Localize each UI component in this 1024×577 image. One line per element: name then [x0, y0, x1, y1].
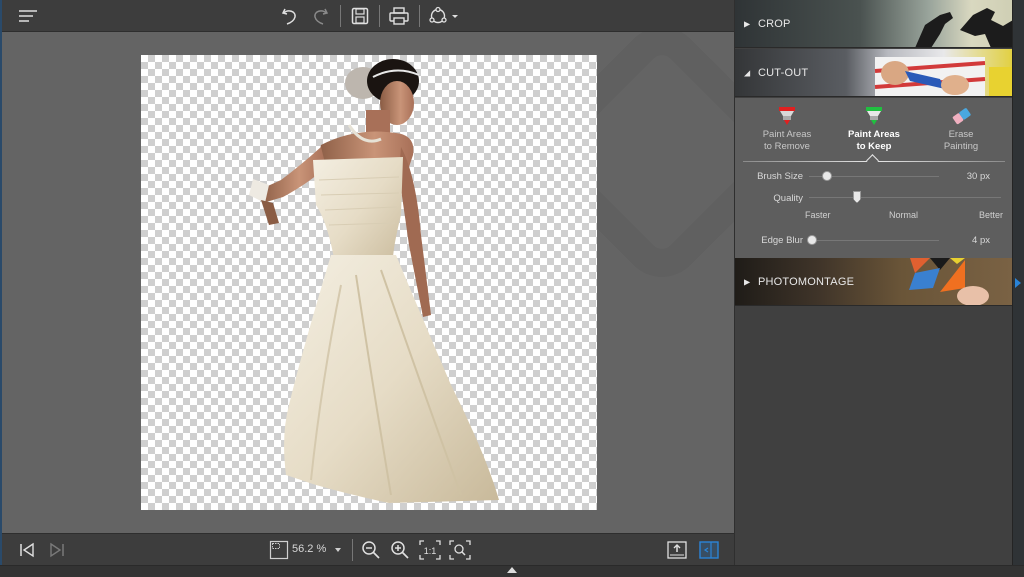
- zoom-to-fit-icon[interactable]: [448, 539, 472, 561]
- marker-keep-icon: [866, 107, 882, 125]
- tool-remove-line1: Paint Areas: [762, 129, 812, 140]
- toggle-panel-icon[interactable]: [698, 540, 720, 560]
- hamburger-menu-icon[interactable]: [16, 6, 40, 26]
- actual-size-button[interactable]: 1:1: [418, 539, 442, 561]
- canvas-area[interactable]: [2, 32, 734, 533]
- bride-cutout-image: [249, 59, 499, 503]
- photomontage-header-image: [909, 258, 989, 305]
- photomontage-expand-icon: ▶: [744, 277, 751, 286]
- toolbar-separator: [340, 5, 341, 27]
- tool-erase-line2: Painting: [943, 141, 979, 152]
- cutout-header-image: [874, 57, 1013, 96]
- brush-size-slider-thumb[interactable]: [822, 171, 833, 181]
- quality-label: Quality: [773, 193, 803, 204]
- right-panel: ▶ CROP ◢ CUT-OUT Paint Areas to Remove P…: [734, 0, 1013, 565]
- zoom-out-icon[interactable]: [359, 539, 383, 561]
- section-crop-label: CROP: [758, 17, 791, 30]
- top-toolbar: [2, 0, 734, 32]
- toolbar-separator: [419, 5, 420, 27]
- tool-erase-line1: Erase: [948, 129, 974, 140]
- toolbar-separator: [352, 539, 353, 561]
- marker-remove-icon: [779, 107, 795, 125]
- tool-remove-line2: to Remove: [764, 141, 810, 152]
- toolbar-separator: [379, 5, 380, 27]
- zoom-level-value: 56.2 %: [292, 543, 327, 555]
- eraser-icon: [952, 108, 971, 125]
- previous-image-icon[interactable]: [16, 540, 38, 560]
- tool-paint-keep[interactable]: Paint Areas to Keep: [834, 106, 914, 153]
- section-photomontage-label: PHOTOMONTAGE: [758, 275, 855, 288]
- quality-tick-faster: Faster: [805, 210, 831, 220]
- share-icon[interactable]: [426, 4, 460, 28]
- edge-blur-slider[interactable]: [809, 240, 939, 241]
- filmstrip-toggle-icon[interactable]: [507, 567, 517, 573]
- zoom-in-icon[interactable]: [388, 539, 412, 561]
- export-icon[interactable]: [666, 540, 688, 560]
- tool-paint-remove[interactable]: Paint Areas to Remove: [747, 106, 827, 153]
- crop-header-image: [915, 8, 1013, 47]
- edge-blur-label: Edge Blur: [761, 235, 803, 246]
- edge-blur-slider-thumb[interactable]: [806, 235, 817, 245]
- save-icon[interactable]: [348, 4, 372, 28]
- panel-collapse-edge[interactable]: [1012, 0, 1024, 565]
- quality-slider[interactable]: [809, 197, 1001, 198]
- cutout-tools: Paint Areas to Remove Paint Areas to Keep …: [735, 98, 1013, 258]
- edge-blur-value: 4 px: [972, 235, 990, 246]
- brush-size-value: 30 px: [966, 171, 990, 182]
- fit-to-window-icon[interactable]: [268, 540, 290, 560]
- quality-tick-normal: Normal: [889, 210, 919, 220]
- workspace: 56.2 % 1:1: [0, 0, 734, 565]
- actual-size-label: 1:1: [424, 546, 437, 556]
- tool-erase-painting[interactable]: Erase Painting: [921, 106, 1001, 153]
- zoom-level-dropdown[interactable]: [332, 544, 344, 556]
- tool-keep-line1: Paint Areas: [848, 129, 900, 140]
- undo-icon[interactable]: [278, 4, 302, 28]
- section-cutout-label: CUT-OUT: [758, 66, 809, 79]
- redo-icon[interactable]: [308, 4, 332, 28]
- quality-tick-better: Better: [979, 210, 1004, 220]
- bottom-toolbar: 56.2 % 1:1: [2, 533, 734, 565]
- section-crop[interactable]: ▶ CROP: [735, 0, 1013, 48]
- section-photomontage[interactable]: ▶ PHOTOMONTAGE: [735, 258, 1013, 306]
- tool-keep-line2: to Keep: [856, 141, 892, 152]
- crop-expand-icon: ▶: [744, 19, 751, 28]
- cutout-collapse-icon: ◢: [744, 68, 751, 77]
- active-tool-indicator: [866, 154, 879, 167]
- section-cutout[interactable]: ◢ CUT-OUT: [735, 49, 1013, 97]
- brush-size-label: Brush Size: [757, 171, 803, 182]
- photo-editor-app: 56.2 % 1:1 ▶ CROP ◢ CUT-OUT Paint Areas …: [0, 0, 1024, 577]
- next-image-icon[interactable]: [46, 540, 68, 560]
- quality-slider-thumb[interactable]: [853, 191, 861, 203]
- print-icon[interactable]: [387, 4, 411, 28]
- photo-canvas[interactable]: [141, 55, 597, 510]
- panel-collapse-arrow-icon[interactable]: [1015, 278, 1021, 288]
